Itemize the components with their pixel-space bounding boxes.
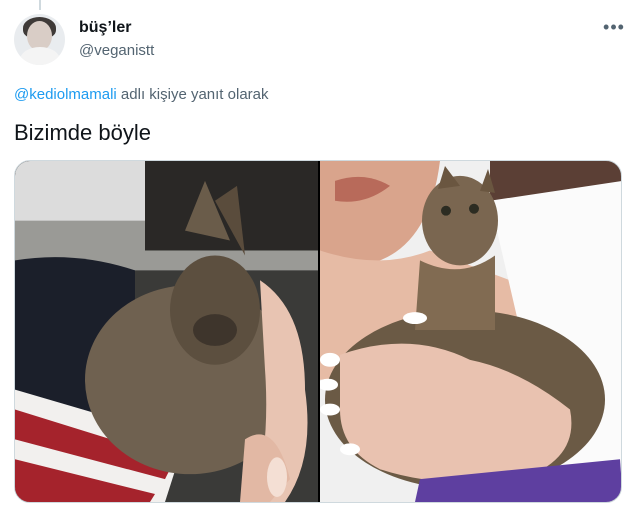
kitten-photo-right-image	[320, 161, 621, 502]
tweet-text: Bizimde böyle	[14, 120, 151, 145]
avatar-body	[20, 47, 60, 65]
avatar[interactable]	[14, 14, 65, 65]
kitten-photo-left[interactable]	[15, 161, 318, 502]
reply-context: @kediolmamali adlı kişiye yanıt olarak	[14, 86, 269, 103]
reply-mention-link[interactable]: @kediolmamali	[14, 86, 117, 103]
kitten-photo-left-image	[15, 161, 318, 502]
media-grid	[14, 160, 622, 503]
display-name[interactable]: büş’ler	[79, 19, 131, 37]
reply-context-label: adlı kişiye yanıt olarak	[116, 86, 269, 103]
kitten-photo-right[interactable]	[320, 161, 621, 502]
more-horizontal-icon[interactable]: •••	[600, 14, 628, 42]
user-handle[interactable]: @veganistt	[79, 42, 154, 59]
thread-connector-line	[39, 0, 41, 10]
